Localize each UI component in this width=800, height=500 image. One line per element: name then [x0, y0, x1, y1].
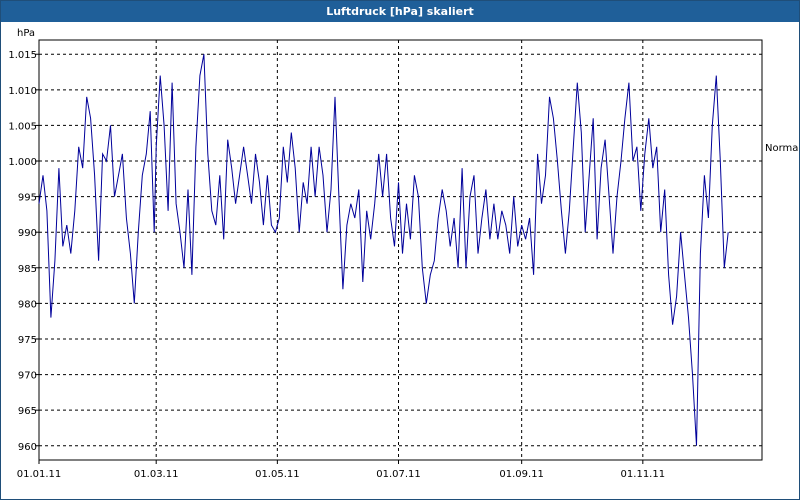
x-axis: 01.01.11 01.03.11 01.05.11 01.07.11 01.09.11… — [17, 460, 665, 480]
x-tick-label: 01.05.11 — [255, 469, 300, 480]
x-tick-label: 01.11.11 — [621, 469, 666, 480]
chart-window: Luftdruck [hPa] skaliert hPa 1.015 1.010 1… — [0, 0, 800, 500]
y-tick-label: 985 — [18, 264, 37, 275]
y-tick-label: 990 — [18, 228, 37, 239]
x-tick-label: 01.09.11 — [499, 469, 544, 480]
plot-area — [38, 39, 763, 461]
y-axis-unit: hPa — [17, 28, 35, 39]
y-tick-label: 975 — [18, 335, 37, 346]
y-tick-label: 1.005 — [8, 121, 37, 132]
x-tick-label: 01.07.11 — [376, 469, 421, 480]
y-tick-label: 965 — [18, 406, 37, 417]
y-tick-label: 970 — [18, 371, 37, 382]
x-tick-label: 01.03.11 — [134, 469, 179, 480]
pressure-chart: hPa 1.015 1.010 1.005 1.000 995 990 985 980 975 9… — [8, 28, 799, 480]
grid — [38, 40, 762, 460]
y-tick-label: 1.015 — [8, 50, 37, 61]
x-tick-label: 01.01.11 — [17, 469, 62, 480]
y-axis: 1.015 1.010 1.005 1.000 995 990 985 980 975 970 96… — [8, 50, 39, 453]
series-group — [38, 54, 729, 446]
pressure-series-line — [38, 54, 729, 446]
y-tick-label: 995 — [18, 193, 37, 204]
y-tick-label: 980 — [18, 299, 37, 310]
y-tick-label: 960 — [18, 442, 37, 453]
y-tick-label: 1.010 — [8, 86, 37, 97]
normal-reference-label: Normal — [765, 143, 799, 154]
y-tick-label: 1.000 — [8, 157, 37, 168]
window-title: Luftdruck [hPa] skaliert — [1, 1, 799, 22]
